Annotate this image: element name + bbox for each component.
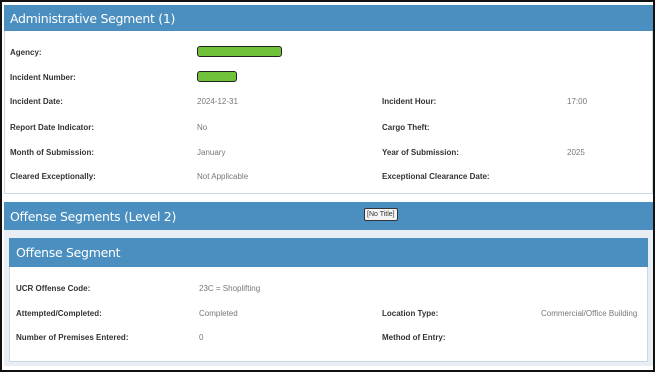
premises-entered-value: 0 [199,333,204,342]
report-date-indicator-value: No [197,123,208,132]
attempted-completed-label: Attempted/Completed: [16,309,102,318]
year-submission-label: Year of Submission: [382,148,459,157]
offense-segment-header[interactable]: Offense Segment [9,238,648,267]
offense-segments-title: Offense Segments (Level 2) [10,208,177,224]
incident-hour-label: Incident Hour: [382,97,437,106]
offense-segments-panel: Offense Segment [4,230,653,366]
cleared-exceptionally-label: Cleared Exceptionally: [10,172,96,181]
month-submission-label: Month of Submission: [10,148,94,157]
incident-date-value: 2024-12-31 [197,97,238,106]
attempted-completed-value: Completed [199,309,238,318]
administrative-segment-title: Administrative Segment (1) [10,10,176,26]
incident-number-label: Incident Number: [10,73,76,82]
administrative-segment-panel [4,31,653,194]
agency-label: Agency: [10,48,42,57]
location-type-label: Location Type: [382,309,439,318]
cleared-exceptionally-value: Not Applicable [197,172,249,181]
incident-date-label: Incident Date: [10,97,63,106]
location-type-value: Commercial/Office Building [541,309,638,318]
cargo-theft-label: Cargo Theft: [382,123,430,132]
offense-segments-header[interactable]: Offense Segments (Level 2) [4,202,653,230]
report-date-indicator-label: Report Date Indicator: [10,123,95,132]
ucr-offense-code-label: UCR Offense Code: [16,284,91,293]
year-submission-value: 2025 [567,148,585,157]
exceptional-clearance-date-label: Exceptional Clearance Date: [382,172,490,181]
ucr-offense-code-value: 23C = Shoplifting [199,284,261,293]
incident-hour-value: 17:00 [567,97,588,106]
month-submission-value: January [197,148,226,157]
no-title-tooltip: [No Title] [364,208,398,221]
premises-entered-label: Number of Premises Entered: [16,333,129,342]
agency-redacted-value [197,46,282,57]
incident-number-redacted-value [197,71,237,82]
offense-segment-title: Offense Segment [16,245,121,260]
administrative-segment-header[interactable]: Administrative Segment (1) [4,5,653,31]
method-of-entry-label: Method of Entry: [382,333,446,342]
